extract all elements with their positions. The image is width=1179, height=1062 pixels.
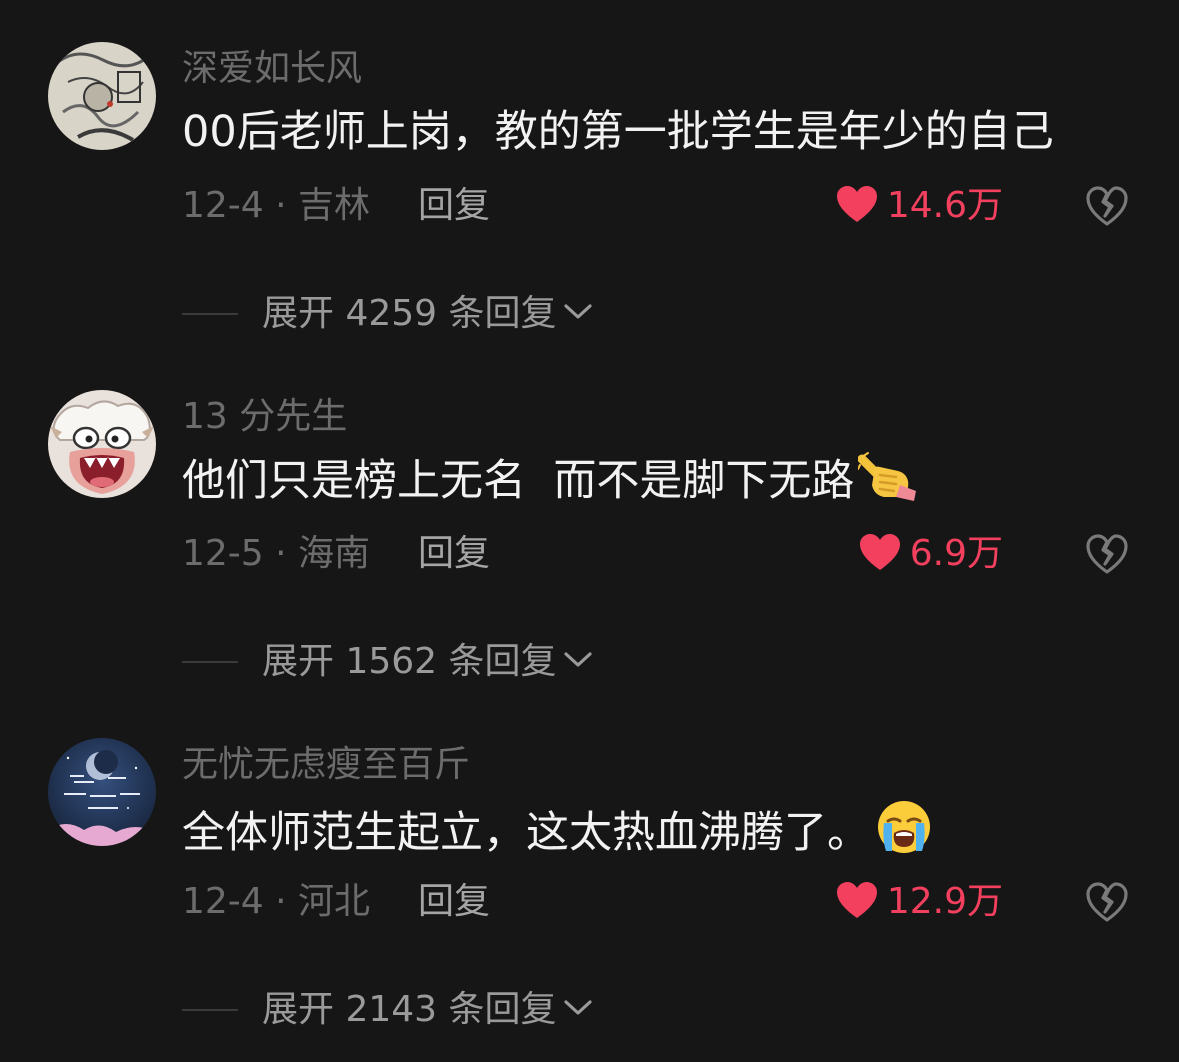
username[interactable]: 13 分先生 xyxy=(182,392,347,442)
expand-replies-label: 展开 4259 条回复 xyxy=(262,293,557,334)
reply-button[interactable]: 回复 xyxy=(418,180,490,232)
avatar[interactable] xyxy=(48,42,156,150)
comment-text: 他们只是榜上无名 而不是脚下无路 xyxy=(182,451,920,518)
like-count: 12.9万 xyxy=(886,881,1003,922)
broken-heart-icon[interactable] xyxy=(1085,533,1129,575)
broken-heart-icon[interactable] xyxy=(1085,881,1129,923)
chevron-down-icon xyxy=(563,302,593,326)
expand-replies-label: 展开 1562 条回复 xyxy=(262,641,557,682)
expand-divider xyxy=(182,1009,238,1011)
expand-replies-button[interactable]: 展开 2143 条回复 xyxy=(262,984,593,1036)
expand-replies-button[interactable]: 展开 4259 条回复 xyxy=(262,288,593,340)
loudly-crying-face-emoji xyxy=(874,799,934,870)
reply-button[interactable]: 回复 xyxy=(418,528,490,580)
comment-item: 13 分先生 他们只是榜上无名 而不是脚下无路 12-5 · 海南 回复 6.9… xyxy=(0,348,1179,695)
like-button[interactable]: 6.9万 xyxy=(858,528,1003,580)
comment-list: 深爱如长风 00后老师上岗，教的第一批学生是年少的自己 12-4 · 吉林 回复… xyxy=(0,0,1179,1062)
comment-item: 无忧无虑瘦至百斤 全体师范生起立，这太热血沸腾了。 12-4 · 河北 回复 1… xyxy=(0,696,1179,1043)
broken-heart-icon[interactable] xyxy=(1085,185,1129,227)
heart-icon xyxy=(835,184,879,228)
chevron-down-icon xyxy=(563,650,593,674)
expand-divider xyxy=(182,661,238,663)
avatar[interactable] xyxy=(48,390,156,498)
like-count: 6.9万 xyxy=(909,533,1003,574)
expand-replies-button[interactable]: 展开 1562 条回复 xyxy=(262,636,593,688)
comment-date-location: 12-4 · 河北 xyxy=(182,881,371,922)
comment-date-location: 12-5 · 海南 xyxy=(182,533,371,574)
like-button[interactable]: 12.9万 xyxy=(835,876,1003,928)
comment-text: 全体师范生起立，这太热血沸腾了。 xyxy=(182,799,934,870)
expand-divider xyxy=(182,313,238,315)
reply-button[interactable]: 回复 xyxy=(418,876,490,928)
expand-replies-label: 展开 2143 条回复 xyxy=(262,989,557,1030)
heart-icon xyxy=(858,532,902,576)
username[interactable]: 无忧无虑瘦至百斤 xyxy=(182,740,470,790)
like-button[interactable]: 14.6万 xyxy=(835,180,1003,232)
comment-text: 00后老师上岗，教的第一批学生是年少的自己 xyxy=(182,107,1054,157)
comment-date-location: 12-4 · 吉林 xyxy=(182,185,371,226)
comment-item: 深爱如长风 00后老师上岗，教的第一批学生是年少的自己 12-4 · 吉林 回复… xyxy=(0,0,1179,347)
like-count: 14.6万 xyxy=(886,185,1003,226)
pointing-hand-emoji xyxy=(857,451,920,518)
username[interactable]: 深爱如长风 xyxy=(182,44,362,94)
heart-icon xyxy=(835,880,879,924)
chevron-down-icon xyxy=(563,998,593,1022)
avatar[interactable] xyxy=(48,738,156,846)
